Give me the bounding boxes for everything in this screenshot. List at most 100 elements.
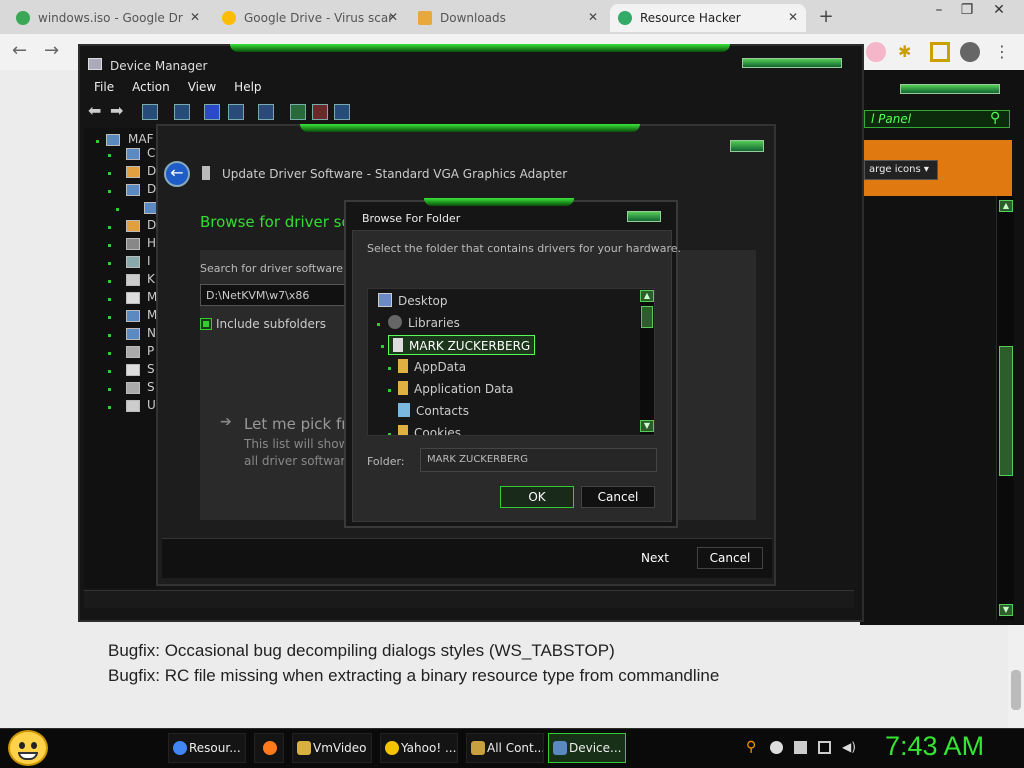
folder-item-cookies[interactable]: Cookies [398, 423, 461, 436]
include-subfolders-checkbox[interactable] [200, 318, 212, 330]
close-icon[interactable] [627, 211, 661, 222]
back-arrow-icon[interactable]: ← [12, 40, 27, 61]
device-category-label[interactable]: D [147, 164, 156, 178]
restore-icon[interactable]: ❐ [952, 2, 982, 18]
taskbar-item-all-control-panel[interactable]: All Cont... [466, 733, 544, 763]
taskbar-item-vmvideo[interactable]: VmVideo [292, 733, 372, 763]
action-center-icon[interactable] [794, 741, 807, 754]
folder-item-mark-zuckerberg[interactable]: MARK ZUCKERBERG [388, 335, 536, 355]
back-button[interactable]: ← [164, 161, 190, 187]
scroll-thumb[interactable] [641, 306, 653, 328]
device-category-icon [126, 382, 140, 394]
scan-hardware-icon[interactable] [258, 104, 274, 120]
download-icon [418, 11, 432, 25]
device-category-label[interactable]: S [147, 362, 155, 376]
menu-view[interactable]: View [188, 80, 216, 94]
driver-path-input[interactable]: D:\NetKVM\w7\x86 [200, 284, 350, 306]
messenger-tray-icon[interactable] [770, 741, 783, 754]
network-icon[interactable] [818, 741, 831, 754]
details-icon[interactable] [228, 104, 244, 120]
close-icon[interactable]: ✕ [588, 10, 598, 24]
new-tab-button[interactable]: + [812, 6, 840, 28]
folder-item-libraries[interactable]: Libraries [388, 313, 460, 333]
search-icon[interactable]: ⚲ [990, 110, 1000, 126]
tree-root-label[interactable]: MAF [128, 132, 153, 146]
device-category-label[interactable]: C [147, 146, 155, 160]
taskbar-item-yahoo[interactable]: Yahoo! ... [380, 733, 458, 763]
folder-item-appdata[interactable]: AppData [398, 357, 466, 377]
close-window-icon[interactable]: ✕ [984, 2, 1014, 18]
close-icon[interactable]: ✕ [190, 10, 200, 24]
uninstall-icon[interactable] [312, 104, 328, 120]
menu-help[interactable]: Help [234, 80, 261, 94]
folder-tree-scrollbar[interactable]: ▲ ▼ [640, 290, 654, 434]
scroll-down-icon[interactable]: ▼ [640, 420, 654, 432]
close-icon[interactable]: ✕ [388, 10, 398, 24]
search-location-label: Search for driver software in [200, 262, 357, 275]
cancel-button[interactable]: Cancel [697, 547, 763, 569]
device-category-label[interactable]: D [147, 218, 156, 232]
control-panel-search[interactable]: l Panel [864, 110, 1010, 128]
device-category-label[interactable]: S [147, 380, 155, 394]
device-category-label[interactable]: H [147, 236, 156, 250]
tab-resource-hacker[interactable]: Resource Hacker ✕ [610, 4, 806, 32]
view-by-dropdown[interactable]: arge icons ▾ [864, 160, 938, 180]
close-icon[interactable]: ✕ [788, 10, 798, 24]
menu-action[interactable]: Action [132, 80, 170, 94]
window-controls[interactable] [742, 58, 842, 68]
control-panel-scrollbar[interactable]: ▲ ▼ [996, 196, 1014, 620]
device-category-label[interactable]: N [147, 326, 156, 340]
tab-label: Resource Hacker [640, 11, 741, 25]
list-icon[interactable] [174, 104, 190, 120]
start-button[interactable] [8, 730, 48, 766]
include-subfolders-label[interactable]: Include subfolders [216, 317, 326, 331]
device-category-label[interactable]: D [147, 182, 156, 196]
scroll-up-icon[interactable]: ▲ [640, 290, 654, 302]
properties-icon[interactable] [142, 104, 158, 120]
volume-icon[interactable]: ◀) [842, 741, 856, 754]
help-icon[interactable] [204, 104, 220, 120]
cancel-button[interactable]: Cancel [581, 486, 655, 508]
disable-icon[interactable] [334, 104, 350, 120]
menu-file[interactable]: File [94, 80, 114, 94]
tab-label: Downloads [440, 11, 506, 25]
search-icon[interactable]: ⚲ [746, 740, 759, 754]
extension-icon[interactable] [866, 42, 886, 62]
back-arrow-icon[interactable]: ⬅ [88, 103, 104, 120]
clock[interactable]: 7:43 AM [885, 731, 984, 762]
forward-arrow-icon[interactable]: ➡ [110, 103, 126, 120]
scroll-up-icon[interactable]: ▲ [999, 200, 1013, 212]
dialog-title: Update Driver Software - Standard VGA Gr… [222, 167, 568, 181]
device-category-label[interactable]: K [147, 272, 155, 286]
device-category-icon [126, 292, 140, 304]
minimize-icon[interactable]: – [924, 2, 954, 18]
taskbar-item-device-manager[interactable]: Device... [548, 733, 626, 763]
window-title: Device Manager [110, 59, 208, 73]
taskbar-item-firefox[interactable] [254, 733, 284, 763]
puzzle-icon[interactable]: ✱ [898, 42, 918, 62]
tab-google-drive-virus[interactable]: Google Drive - Virus scar ✕ [214, 4, 406, 32]
device-category-label[interactable]: I [147, 254, 151, 268]
close-icon[interactable] [730, 140, 764, 152]
folder-item-application-data[interactable]: Application Data [398, 379, 514, 399]
device-category-label[interactable]: U [147, 398, 156, 412]
ok-button[interactable]: OK [500, 486, 574, 508]
folder-name-input[interactable]: MARK ZUCKERBERG [420, 448, 657, 472]
more-options-icon[interactable]: ⋮ [994, 42, 1014, 62]
pick-driver-link[interactable]: Let me pick fro [244, 415, 356, 433]
sidebar-icon[interactable] [930, 42, 950, 62]
folder-item-desktop[interactable]: Desktop [378, 291, 448, 311]
device-category-icon [126, 238, 140, 250]
folder-item-contacts[interactable]: Contacts [398, 401, 469, 421]
tab-windows-iso[interactable]: windows.iso - Google Dr ✕ [8, 4, 208, 32]
folder-label: Cookies [414, 426, 461, 436]
scroll-down-icon[interactable]: ▼ [999, 604, 1013, 616]
forward-arrow-icon[interactable]: → [44, 40, 59, 61]
tab-downloads[interactable]: Downloads ✕ [410, 4, 606, 32]
device-category-label[interactable]: P [147, 344, 154, 358]
taskbar-item-resource-hacker[interactable]: Resour... [168, 733, 246, 763]
next-button[interactable]: Next [622, 547, 688, 569]
update-driver-icon[interactable] [290, 104, 306, 120]
window-controls[interactable] [900, 84, 1000, 94]
avatar[interactable] [960, 42, 980, 62]
